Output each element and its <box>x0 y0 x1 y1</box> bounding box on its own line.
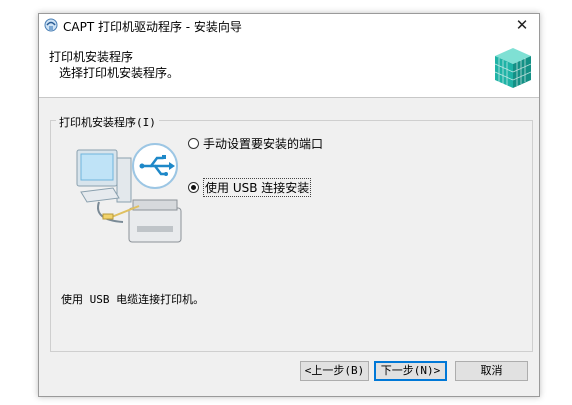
printer-cube-logo-icon <box>494 48 532 88</box>
header-subtitle: 选择打印机安装程序。 <box>59 66 180 80</box>
back-button[interactable]: <上一步(B) <box>300 361 369 381</box>
radio-usb-install-label[interactable]: 使用 USB 连接安装 <box>203 178 312 197</box>
radio-usb-install[interactable]: 使用 USB 连接安装 <box>188 178 312 197</box>
close-button[interactable]: ✕ <box>505 14 539 36</box>
close-icon: ✕ <box>515 16 529 34</box>
description-text: 使用 USB 电缆连接打印机。 <box>61 293 205 306</box>
next-button[interactable]: 下一步(N)> <box>374 361 447 381</box>
radio-manual-port[interactable]: 手动设置要安装的端口 <box>188 135 323 152</box>
group-label: 打印机安装程序(I) <box>56 114 159 130</box>
title-bar: CAPT 打印机驱动程序 - 安装向导 ✕ <box>39 14 539 36</box>
header-title: 打印机安装程序 <box>49 50 134 64</box>
radio-manual-port-button[interactable] <box>188 138 199 149</box>
radio-manual-port-label[interactable]: 手动设置要安装的端口 <box>203 135 323 152</box>
radio-usb-install-button[interactable] <box>188 182 199 193</box>
window-title: CAPT 打印机驱动程序 - 安装向导 <box>63 20 242 34</box>
installer-window: CAPT 打印机驱动程序 - 安装向导 ✕ 打印机安装程序 选择打印机安装程序。… <box>38 13 540 397</box>
cancel-button[interactable]: 取消 <box>455 361 528 381</box>
usb-printer-illustration <box>76 143 182 243</box>
installer-app-icon <box>44 18 58 32</box>
wizard-header: 打印机安装程序 选择打印机安装程序。 <box>39 36 539 98</box>
